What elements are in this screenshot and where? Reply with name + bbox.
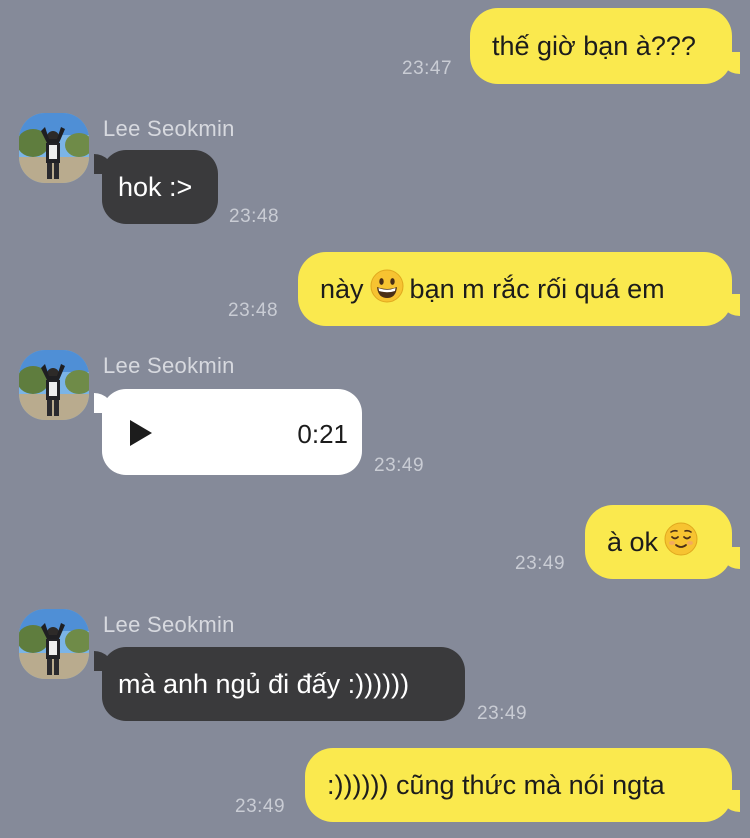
voice-message-bubble[interactable]: 0:21 bbox=[94, 389, 362, 475]
contact-avatar[interactable] bbox=[19, 350, 89, 420]
message-text: à ok bbox=[607, 526, 659, 557]
sender-name: Lee Seokmin bbox=[103, 116, 235, 141]
incoming-message-bubble[interactable]: mà anh ngủ đi đấy :)))))) bbox=[94, 647, 465, 721]
message-text: thế giờ bạn à??? bbox=[492, 30, 696, 61]
outgoing-message-bubble[interactable]: :)))))) cũng thức mà nói ngta bbox=[305, 748, 740, 822]
outgoing-message-bubble[interactable]: à ok bbox=[585, 505, 740, 579]
message-timestamp: 23:49 bbox=[515, 553, 566, 574]
sender-name: Lee Seokmin bbox=[103, 612, 235, 637]
message-text: :)))))) cũng thức mà nói ngta bbox=[327, 769, 665, 800]
outgoing-message-bubble[interactable]: này bạn m rắc rối quá em bbox=[298, 252, 740, 326]
message-timestamp: 23:49 bbox=[374, 455, 425, 476]
message-timestamp: 23:48 bbox=[229, 206, 280, 227]
contact-avatar[interactable] bbox=[19, 609, 89, 679]
message-timestamp: 23:47 bbox=[402, 58, 453, 79]
message-text: mà anh ngủ đi đấy :)))))) bbox=[118, 668, 410, 699]
message-text: hok :> bbox=[118, 171, 193, 202]
message-text: bạn m rắc rối quá em bbox=[409, 273, 665, 304]
relieved-face-emoji-icon bbox=[664, 522, 698, 563]
message-text: này bbox=[320, 273, 364, 304]
message-timestamp: 23:48 bbox=[228, 300, 279, 321]
voice-duration: 0:21 bbox=[297, 419, 348, 449]
play-icon[interactable] bbox=[128, 419, 154, 452]
message-timestamp: 23:49 bbox=[477, 703, 528, 724]
sender-name: Lee Seokmin bbox=[103, 353, 235, 378]
incoming-message-bubble[interactable]: hok :> bbox=[94, 150, 218, 224]
contact-avatar[interactable] bbox=[19, 113, 89, 183]
outgoing-message-bubble[interactable]: thế giờ bạn à??? bbox=[470, 8, 740, 84]
message-timestamp: 23:49 bbox=[235, 796, 286, 817]
grinning-face-emoji-icon bbox=[370, 269, 404, 310]
